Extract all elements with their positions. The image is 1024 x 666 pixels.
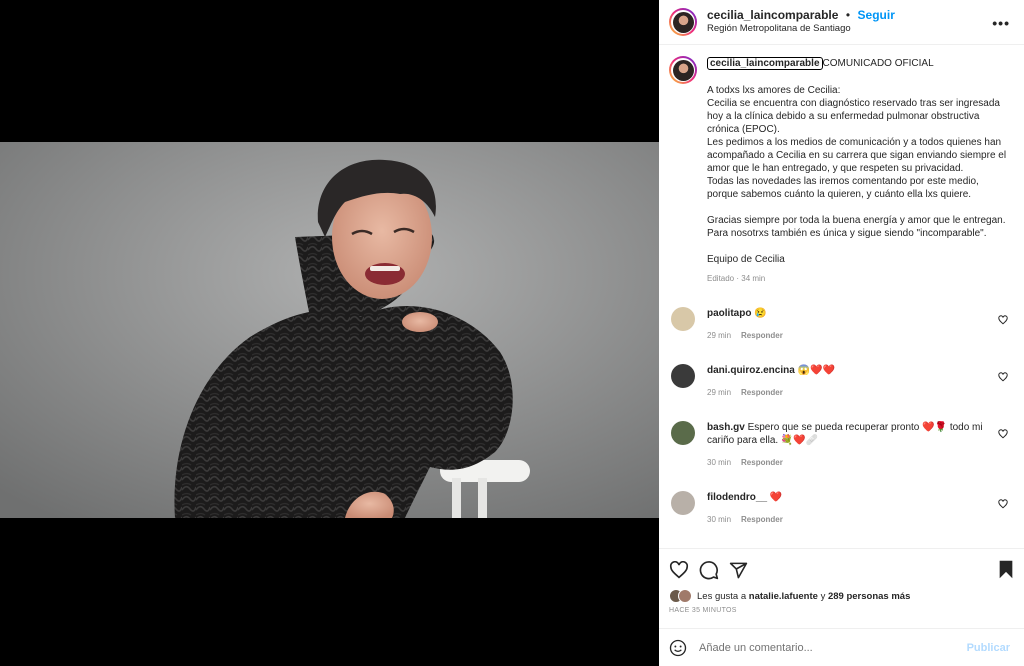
post-time: HACE 35 MINUTOS [669,607,737,614]
reply-button[interactable]: Responder [741,388,783,397]
caption-edited-time: Editado · 34 min [707,274,766,283]
comment-text: ❤️ [769,492,783,503]
likes-others[interactable]: 289 personas más [828,591,910,602]
author-username[interactable]: cecilia_laincomparable [707,8,838,22]
post-side-panel: cecilia_laincomparable • Seguir Región M… [659,0,1024,666]
comment-body: dani.quiroz.encina 😱❤️❤️ 29 min Responder [707,364,987,399]
comment-text: Espero que se pueda recuperar pronto ❤️🌹… [707,422,983,446]
comment-item: dani.quiroz.encina 😱❤️❤️ 29 min Responder [669,364,1014,399]
post-location[interactable]: Región Metropolitana de Santiago [707,22,895,36]
caption-username[interactable]: cecilia_laincomparable [707,57,823,70]
comment-meta: 30 min Responder [707,456,987,469]
reply-button[interactable]: Responder [741,515,783,524]
comment-username[interactable]: bash.gv [707,422,745,433]
caption-body: cecilia_laincomparable COMUNICADO OFICIAL… [707,56,1007,285]
commenter-avatar[interactable] [671,307,695,331]
comment-text: 😱❤️❤️ [797,365,835,376]
caption-avatar[interactable] [669,56,697,84]
comment-time: 30 min [707,515,732,524]
comment-body: paolitapo 😢 29 min Responder [707,307,987,342]
post-header: cecilia_laincomparable • Seguir Región M… [659,0,1024,45]
likes-prefix: Les gusta a [697,590,747,602]
post-photo[interactable] [0,142,659,518]
heart-icon[interactable] [669,561,689,579]
like-comment-icon[interactable] [998,429,1008,439]
caption-text: A todxs lxs amores de Cecilia: Cecilia s… [707,85,1007,265]
author-info: cecilia_laincomparable • Seguir Región M… [707,8,895,36]
comment-username[interactable]: paolitapo [707,308,751,319]
portrait-illustration [0,142,659,518]
post-actions: Les gusta a natalie.lafuente y 289 perso… [659,548,1024,628]
comment-icon[interactable] [699,560,719,580]
comment-username[interactable]: filodendro__ [707,492,767,503]
commenter-avatar[interactable] [671,491,695,515]
ellipsis-icon[interactable]: ••• [992,15,1010,31]
comment-meta: 29 min Responder [707,329,987,342]
bookmark-icon[interactable] [998,560,1014,579]
publish-button[interactable]: Publicar [967,642,1010,654]
caption: cecilia_laincomparable COMUNICADO OFICIAL… [669,56,1014,285]
commenter-avatar[interactable] [671,364,695,388]
comment-time: 30 min [707,458,732,467]
comment-meta: 30 min Responder [707,513,987,526]
reply-button[interactable]: Responder [741,331,783,340]
add-comment-bar: Publicar [659,628,1024,666]
post-media [0,0,659,666]
likes-user[interactable]: natalie.lafuente [749,591,818,602]
follow-button[interactable]: Seguir [858,8,895,22]
reply-button[interactable]: Responder [741,458,783,467]
comments-scroll-area[interactable]: cecilia_laincomparable COMUNICADO OFICIAL… [659,46,1024,548]
likes-summary: Les gusta a natalie.lafuente y 289 perso… [669,589,1014,603]
smiley-icon[interactable] [669,639,687,657]
share-icon[interactable] [729,561,748,580]
caption-first-line: COMUNICADO OFICIAL [822,58,934,69]
separator-dot: • [845,8,851,22]
comment-username[interactable]: dani.quiroz.encina [707,365,795,376]
like-comment-icon[interactable] [998,499,1008,509]
comment-meta: 29 min Responder [707,386,987,399]
comment-time: 29 min [707,388,732,397]
comment-time: 29 min [707,331,732,340]
comment-item: filodendro__ ❤️ 30 min Responder [669,491,1014,526]
comment-list: paolitapo 😢 29 min Responder dani.quiroz.en… [669,307,1014,548]
comment-input[interactable] [699,641,959,654]
like-comment-icon[interactable] [998,315,1008,325]
comment-body: bash.gv Espero que se pueda recuperar pr… [707,421,987,469]
commenter-avatar[interactable] [671,421,695,445]
liker-avatar [678,589,692,603]
comment-item: paolitapo 😢 29 min Responder [669,307,1014,342]
comment-item: bash.gv Espero que se pueda recuperar pr… [669,421,1014,469]
likes-middle: y [820,590,826,602]
comment-body: filodendro__ ❤️ 30 min Responder [707,491,987,526]
author-avatar[interactable] [669,8,697,36]
comment-text: 😢 [754,308,767,319]
like-comment-icon[interactable] [998,372,1008,382]
